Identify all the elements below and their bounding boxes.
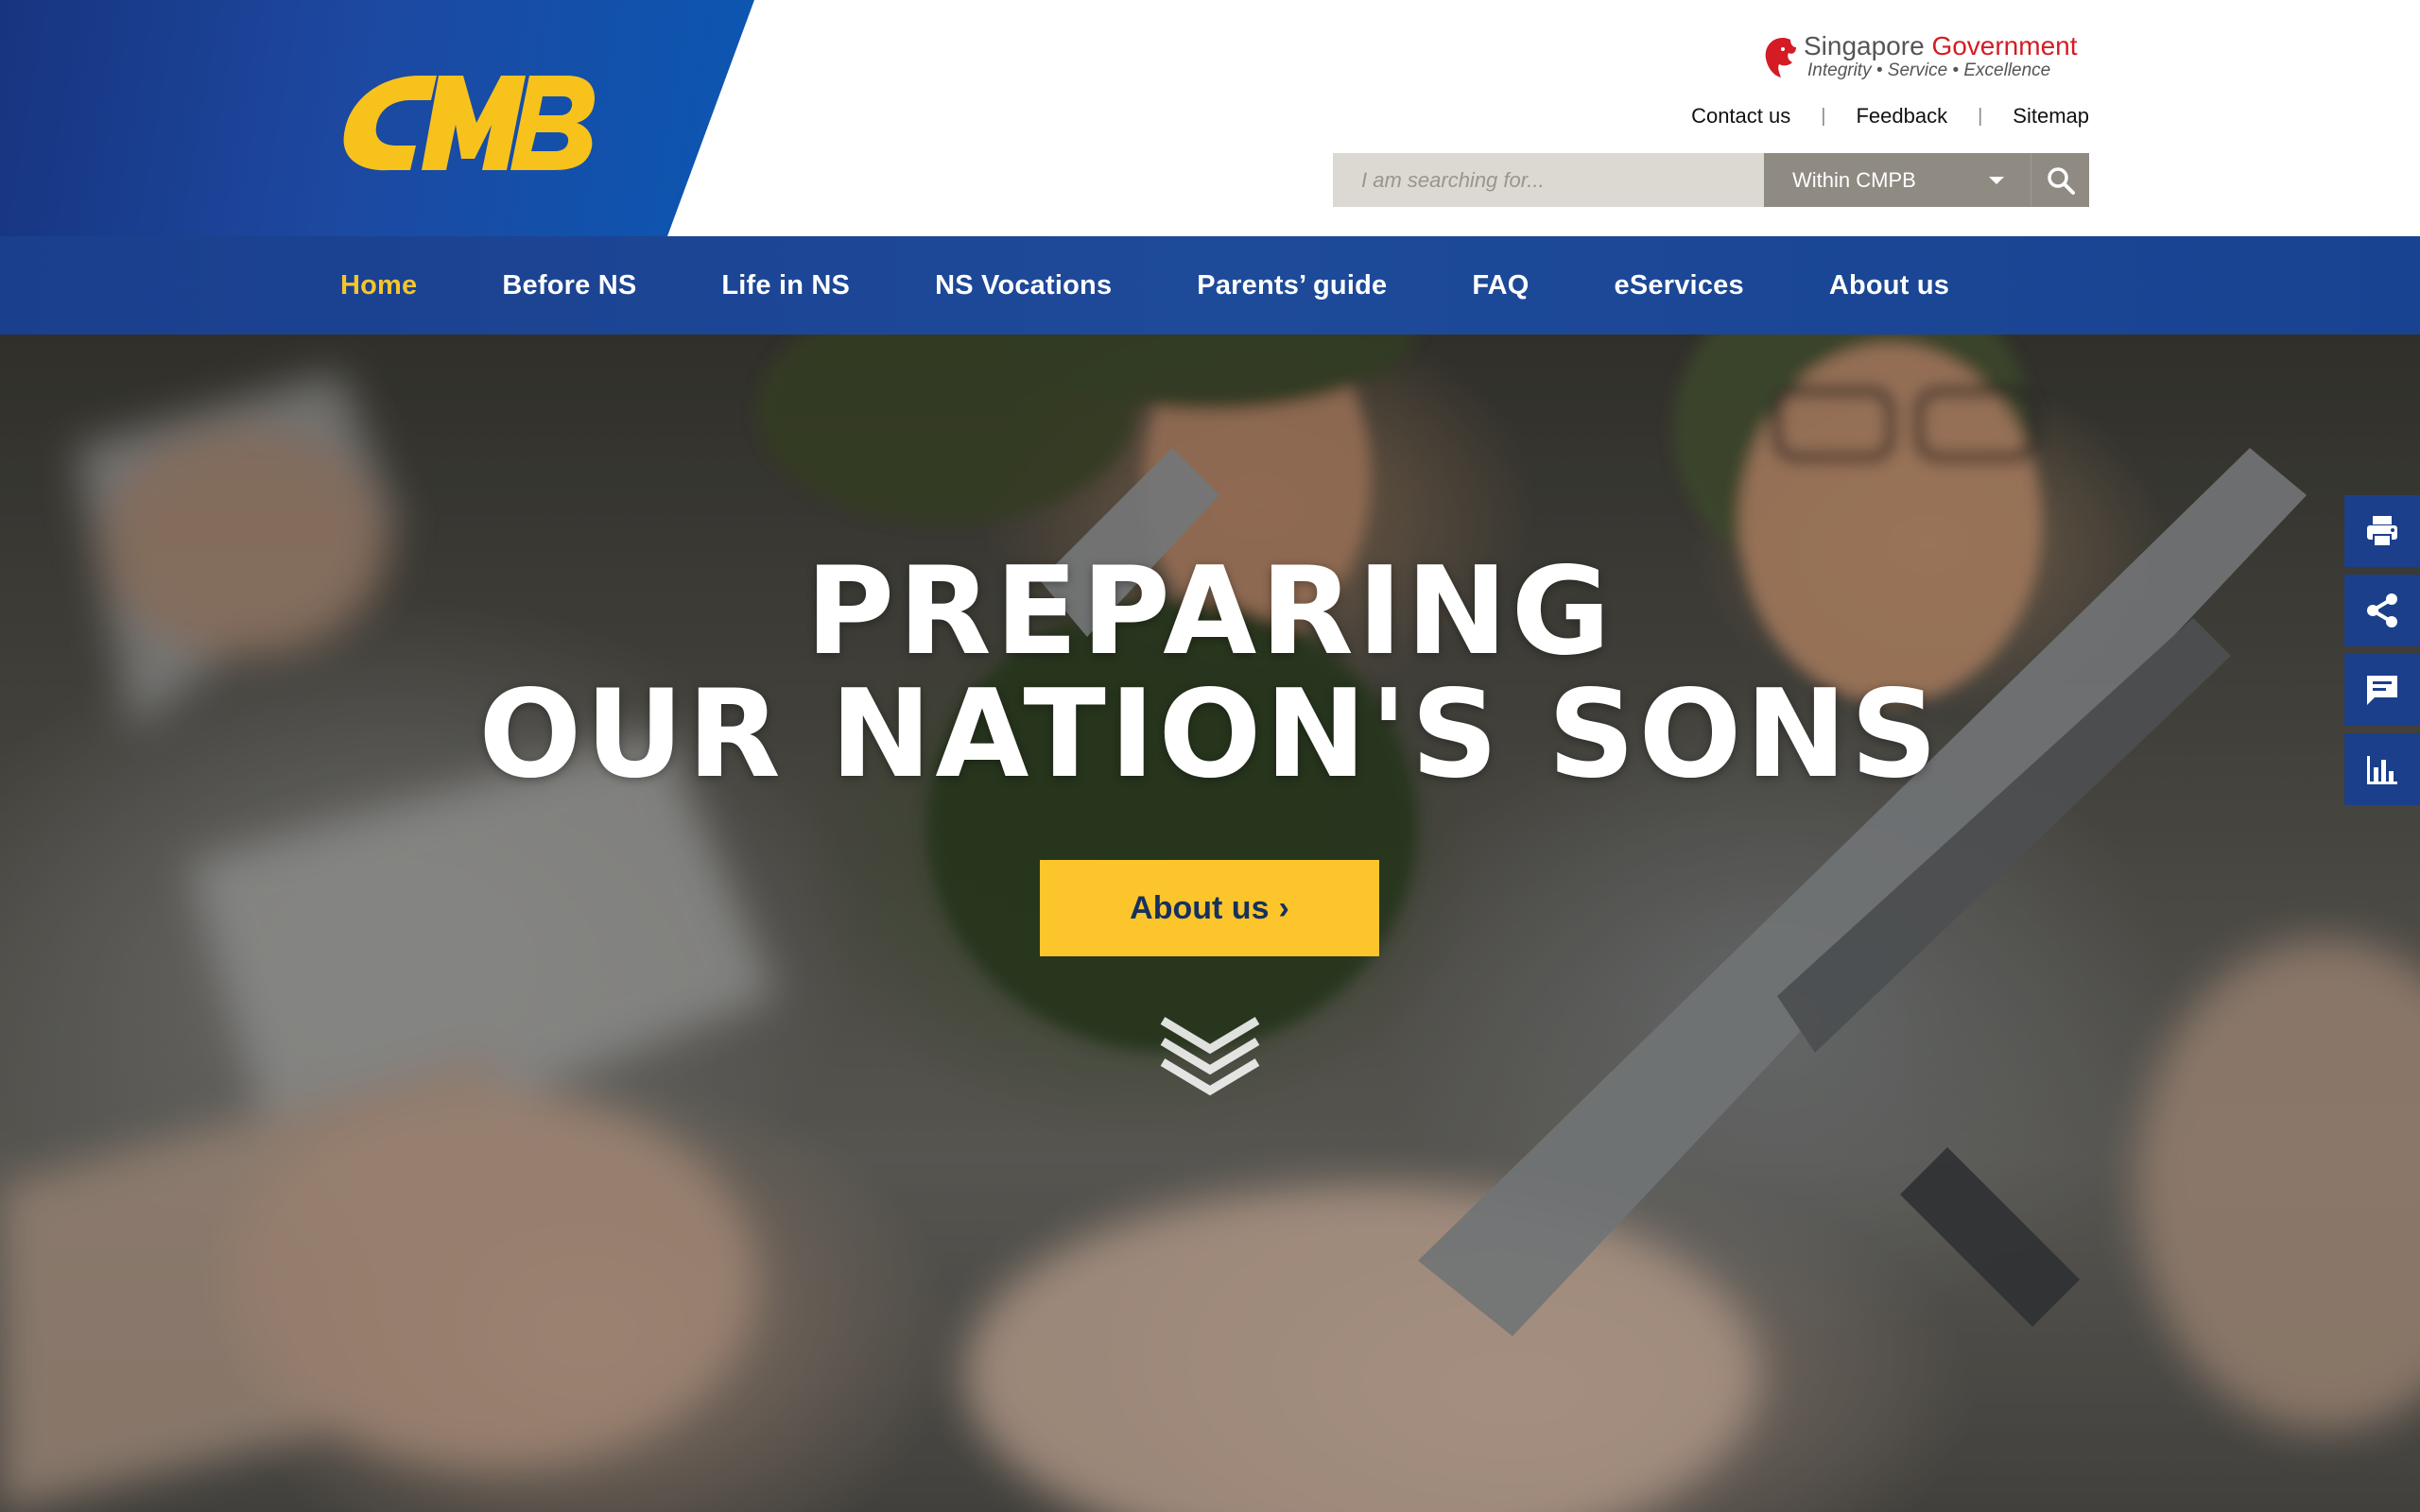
gov-title-government: Government (1931, 31, 2078, 60)
nav-item-about-us[interactable]: About us (1829, 270, 1949, 301)
nav-item-ns-vocations[interactable]: NS Vocations (935, 270, 1112, 301)
search-icon (2047, 166, 2075, 195)
chevron-right-icon: › (1278, 889, 1289, 926)
gov-title-singapore: Singapore (1804, 31, 1932, 60)
nav-item-faq[interactable]: FAQ (1472, 270, 1529, 301)
statistics-button[interactable] (2344, 733, 2420, 805)
search-bar: Within CMPB (1333, 153, 2089, 207)
nav-item-life-in-ns[interactable]: Life in NS (721, 270, 850, 301)
hero-title: PREPARING OUR NATION'S SONS (0, 550, 2420, 798)
feedback-chat-icon (2367, 676, 2397, 705)
gov-tagline: Integrity • Service • Excellence (1807, 60, 2051, 80)
nav-item-eservices[interactable]: eServices (1615, 270, 1744, 301)
share-button[interactable] (2344, 575, 2420, 646)
main-nav-items: Home Before NS Life in NS NS Vocations P… (340, 236, 2034, 335)
nav-item-home[interactable]: Home (340, 270, 417, 301)
scroll-down-button[interactable] (1155, 1013, 1265, 1098)
feedback-chat-button[interactable] (2344, 654, 2420, 726)
caret-down-icon (1989, 177, 2004, 184)
gov-title: Singapore Government (1804, 32, 2078, 60)
cmpb-logo-graphic (343, 76, 595, 171)
utility-links: Contact us | Feedback | Sitemap (1691, 102, 2089, 130)
print-icon (2367, 516, 2397, 547)
print-button[interactable] (2344, 495, 2420, 567)
feedback-link[interactable]: Feedback (1856, 104, 1947, 129)
cmpb-logo[interactable] (340, 68, 597, 174)
chevrons-down-icon (1160, 1017, 1260, 1096)
side-toolbar (2344, 495, 2420, 813)
main-nav: Home Before NS Life in NS NS Vocations P… (0, 236, 2420, 335)
search-button[interactable] (2031, 153, 2089, 207)
bar-chart-icon (2367, 756, 2397, 784)
sitemap-link[interactable]: Sitemap (2013, 104, 2089, 129)
singapore-government-logo[interactable]: Singapore Government Integrity • Service… (1762, 32, 2091, 85)
search-scope-dropdown[interactable]: Within CMPB (1764, 153, 2031, 207)
util-separator: | (1821, 105, 1826, 127)
hero-title-line-2: OUR NATION'S SONS (478, 664, 1942, 805)
hero-title-line-1: PREPARING (805, 541, 1615, 682)
nav-item-before-ns[interactable]: Before NS (502, 270, 636, 301)
about-us-cta-button[interactable]: About us › (1040, 860, 1379, 956)
hero-banner: PREPARING OUR NATION'S SONS About us › (0, 335, 2420, 1512)
lion-head-icon (1765, 38, 1796, 77)
search-scope-value: Within CMPB (1792, 167, 1916, 192)
util-separator: | (1978, 105, 1983, 127)
search-input[interactable] (1333, 153, 1764, 207)
share-icon (2367, 593, 2397, 627)
contact-us-link[interactable]: Contact us (1691, 104, 1790, 129)
nav-item-parents-guide[interactable]: Parents’ guide (1197, 270, 1387, 301)
cta-label: About us (1130, 889, 1270, 926)
site-header: Singapore Government Integrity • Service… (0, 0, 2420, 236)
